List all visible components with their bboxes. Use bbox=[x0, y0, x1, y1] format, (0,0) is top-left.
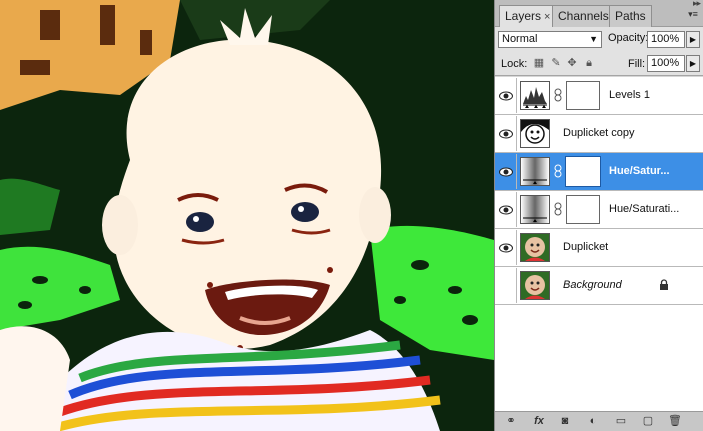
opacity-value: 100% bbox=[651, 33, 680, 45]
layer-thumbnail bbox=[520, 271, 550, 300]
layers-panel: Layers × Channels Paths ▸▸ ▾≡ Normal ▼ Op… bbox=[494, 0, 703, 431]
layer-duplicket[interactable]: Duplicket bbox=[495, 229, 703, 267]
trash-icon[interactable]: 🗑︎ bbox=[667, 414, 683, 429]
tab-layers[interactable]: Layers × bbox=[499, 5, 557, 28]
visibility-eye-icon[interactable] bbox=[496, 154, 517, 189]
layer-duplicket-copy[interactable]: Duplicket copy bbox=[495, 115, 703, 153]
layer-background[interactable]: Background bbox=[495, 267, 703, 305]
visibility-eye-icon[interactable] bbox=[496, 78, 517, 113]
lock-transparency-icon[interactable]: ▦ bbox=[533, 57, 545, 69]
layer-mask-thumbnail[interactable] bbox=[566, 195, 600, 224]
layer-hue-saturation[interactable]: Hue/Saturati... bbox=[495, 191, 703, 229]
image-canvas[interactable] bbox=[0, 0, 494, 431]
link-icon[interactable] bbox=[554, 164, 562, 178]
layer-name: Duplicket copy bbox=[563, 127, 635, 139]
opacity-input[interactable]: 100% bbox=[647, 31, 685, 48]
hue-saturation-adjustment-icon bbox=[520, 157, 550, 186]
layers-list: Levels 1 Duplicket copy Hue/Satur... Hue… bbox=[495, 77, 703, 411]
new-layer-icon[interactable]: ▢ bbox=[640, 414, 656, 429]
fill-slider-button[interactable]: ▶ bbox=[686, 55, 700, 72]
panel-tab-bar: Layers × Channels Paths ▸▸ ▾≡ bbox=[495, 0, 703, 28]
opacity-label: Opacity: bbox=[608, 32, 649, 44]
layer-hue-saturation-selected[interactable]: Hue/Satur... bbox=[495, 153, 703, 191]
lock-fill-row: Lock: ▦ ✎ ✥ 🔒︎ Fill: 100% ▶ bbox=[495, 52, 703, 76]
layers-bottom-toolbar: ⚭ fx ◙ ◐ ▭ ▢ 🗑︎ bbox=[495, 411, 703, 431]
lock-move-icon[interactable]: ✥ bbox=[566, 57, 578, 69]
panel-menu-icon[interactable]: ▾≡ bbox=[686, 8, 700, 20]
lock-all-icon[interactable]: 🔒︎ bbox=[583, 57, 595, 69]
tab-layers-label: Layers bbox=[505, 9, 542, 23]
link-icon[interactable]: ⚭ bbox=[503, 414, 519, 429]
layer-mask-thumbnail[interactable] bbox=[565, 156, 601, 187]
layer-thumbnail bbox=[520, 233, 550, 262]
tab-channels-label: Channels bbox=[558, 9, 609, 23]
visibility-eye-icon[interactable] bbox=[496, 230, 517, 265]
layer-name: Background bbox=[563, 279, 622, 291]
layer-name: Hue/Satur... bbox=[609, 165, 670, 177]
visibility-eye-icon[interactable] bbox=[496, 116, 517, 151]
layer-name: Duplicket bbox=[563, 241, 609, 253]
blend-mode-select[interactable]: Normal ▼ bbox=[498, 31, 602, 48]
tab-paths-label: Paths bbox=[615, 9, 646, 23]
lock-icon bbox=[660, 279, 668, 290]
link-icon[interactable] bbox=[554, 88, 562, 102]
levels-adjustment-icon bbox=[520, 81, 550, 110]
fx-icon[interactable]: fx bbox=[531, 414, 547, 429]
link-icon[interactable] bbox=[554, 202, 562, 216]
layer-levels-1[interactable]: Levels 1 bbox=[495, 77, 703, 115]
visibility-toggle-empty[interactable] bbox=[496, 268, 517, 303]
close-icon[interactable]: × bbox=[544, 11, 550, 23]
baby-photo bbox=[0, 0, 494, 431]
mask-icon[interactable]: ◙ bbox=[557, 414, 573, 429]
tab-paths[interactable]: Paths bbox=[609, 5, 652, 27]
fill-input[interactable]: 100% bbox=[647, 55, 685, 72]
tab-channels[interactable]: Channels bbox=[552, 5, 615, 27]
blend-opacity-row: Normal ▼ Opacity: 100% ▶ bbox=[495, 27, 703, 52]
fill-value: 100% bbox=[651, 57, 680, 69]
folder-icon[interactable]: ▭ bbox=[613, 414, 629, 429]
lock-brush-icon[interactable]: ✎ bbox=[550, 57, 562, 69]
visibility-eye-icon[interactable] bbox=[496, 192, 517, 227]
lock-label: Lock: bbox=[501, 58, 528, 70]
layer-thumbnail bbox=[520, 119, 550, 148]
opacity-slider-button[interactable]: ▶ bbox=[686, 31, 700, 48]
fill-label: Fill: bbox=[628, 58, 646, 70]
blend-mode-value: Normal bbox=[502, 33, 538, 45]
chevron-down-icon: ▼ bbox=[589, 34, 598, 44]
layer-name: Levels 1 bbox=[609, 89, 650, 101]
hue-saturation-adjustment-icon bbox=[520, 195, 550, 224]
layer-mask-thumbnail[interactable] bbox=[566, 81, 600, 110]
adjustment-icon[interactable]: ◐ bbox=[585, 414, 601, 429]
layer-name: Hue/Saturati... bbox=[609, 203, 680, 215]
